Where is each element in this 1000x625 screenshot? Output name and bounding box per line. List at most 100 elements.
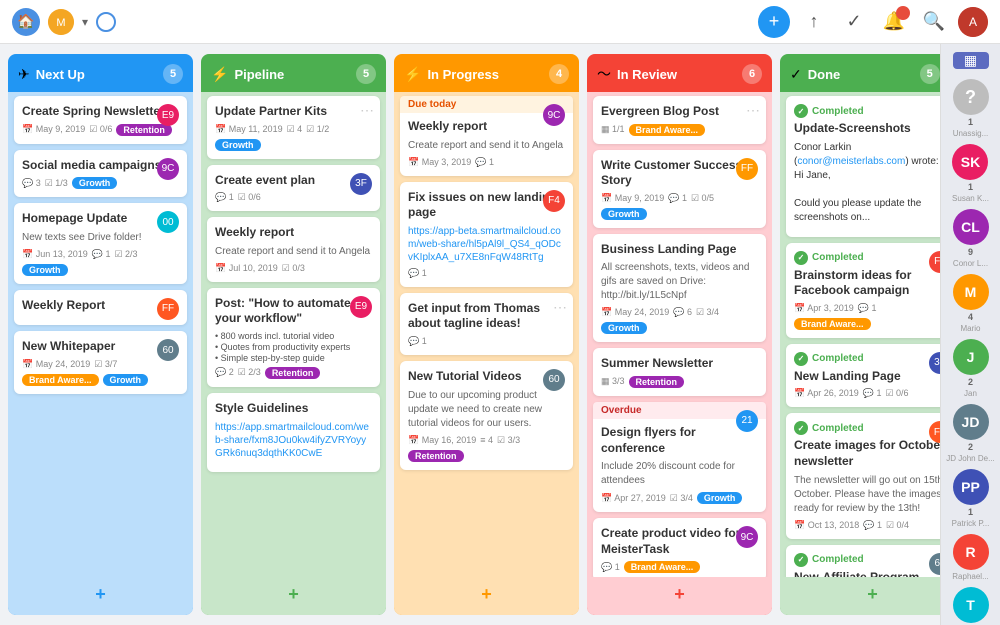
card-tag: Brand Aware... xyxy=(624,561,701,573)
user-filter-Raphael...[interactable]: R Raphael... xyxy=(952,534,988,581)
add-button[interactable]: + xyxy=(758,6,790,38)
card[interactable]: Summer Newsletter▦ 3/3Retention xyxy=(593,348,766,396)
column-icon: ⚡ xyxy=(404,66,421,83)
card-tag: Growth xyxy=(72,177,118,189)
card-ratio: ▦ 1/1 xyxy=(601,124,625,135)
add-card-button[interactable]: + xyxy=(88,581,114,607)
card[interactable]: 60 New Tutorial VideosDue to our upcomin… xyxy=(400,361,573,470)
column-in-review: 〜 In Review 6 ⋯Evergreen Blog Post▦ 1/1B… xyxy=(587,54,772,615)
completed-label: Completed xyxy=(812,106,864,117)
card-subtitle: Create report and send it to Angela xyxy=(215,245,372,259)
card[interactable]: Style Guidelineshttps://app.smartmailclo… xyxy=(207,393,380,472)
card[interactable]: E9 Create Spring Newsletter📅 May 9, 2019… xyxy=(14,96,187,144)
user-avatar-rp: M xyxy=(953,274,989,310)
card-tag: Retention xyxy=(265,367,321,379)
card-avatar: 60 xyxy=(543,369,565,391)
column-body-in-review: ⋯Evergreen Blog Post▦ 1/1Brand Aware... … xyxy=(587,92,772,577)
user-avatar[interactable]: A xyxy=(958,7,988,37)
card-comments: 💬 1 xyxy=(858,303,877,314)
user-label: Conor L... xyxy=(953,259,988,268)
card[interactable]: Due today 9C Weekly reportCreate report … xyxy=(400,96,573,176)
card-bullet: • Quotes from productivity experts xyxy=(215,342,372,352)
card-tasks: ☑ 3/7 xyxy=(94,359,117,370)
add-card-button[interactable]: + xyxy=(474,581,500,607)
card-tasks: ☑ 3/4 xyxy=(696,307,719,318)
card-meta: 📅 May 16, 2019≡ 4☑ 3/3Retention xyxy=(408,435,565,462)
completed-badge: ✓ Completed xyxy=(794,421,940,435)
view-toggle-button[interactable]: ▦ xyxy=(953,52,989,69)
search-icon: 🔍 xyxy=(923,11,945,32)
right-panel: ▦ ? 1 Unassig... SK 1 Susan K... CL 9 Co… xyxy=(940,44,1000,625)
card-title: New Tutorial Videos xyxy=(408,369,565,385)
user-filter-Patrick P...[interactable]: PP 1 Patrick P... xyxy=(952,469,990,528)
card[interactable]: 00 Homepage UpdateNew texts see Drive fo… xyxy=(14,203,187,284)
home-button[interactable]: 🏠 xyxy=(12,8,40,36)
user-filter-Timo[interactable]: T Timo xyxy=(953,587,989,625)
card-avatar: F4 xyxy=(543,190,565,212)
card-tasks: ☑ 0/6 xyxy=(238,192,261,203)
card-options-button[interactable]: ⋯ xyxy=(360,102,374,119)
add-card-button[interactable]: + xyxy=(281,581,307,607)
user-filter-Mario[interactable]: M 4 Mario xyxy=(953,274,989,333)
info-icon[interactable] xyxy=(96,12,116,32)
card-options-button[interactable]: ⋯ xyxy=(553,299,567,316)
card[interactable]: ✓ Completed F4 Brainstorm ideas for Face… xyxy=(786,243,940,338)
card-options-button[interactable]: ⋯ xyxy=(746,102,760,119)
project-selector[interactable]: M ▾ xyxy=(48,9,88,35)
card[interactable]: ⋯Evergreen Blog Post▦ 1/1Brand Aware... xyxy=(593,96,766,144)
card[interactable]: 9C Social media campaigns💬 3☑ 1/3Growth xyxy=(14,150,187,198)
unassigned-count: 1 xyxy=(968,117,973,127)
card[interactable]: FF Write Customer Success Story📅 May 9, … xyxy=(593,150,766,228)
completed-badge: ✓ Completed xyxy=(794,352,940,366)
add-card-button[interactable]: + xyxy=(667,581,693,607)
card-meta: 📅 Jun 13, 2019💬 1☑ 2/3Growth xyxy=(22,249,179,276)
card-link[interactable]: https://app-beta.smartmailcloud.com/web-… xyxy=(408,225,565,264)
column-count: 5 xyxy=(356,64,376,84)
user-label: Raphael... xyxy=(952,572,988,581)
card-link[interactable]: https://app.smartmailcloud.com/web-share… xyxy=(215,421,372,460)
search-button[interactable]: 🔍 xyxy=(918,6,950,38)
card[interactable]: ✓ Completed 3F New Landing Page📅 Apr 26,… xyxy=(786,344,940,408)
card-avatar: 9C xyxy=(543,104,565,126)
notifications-button[interactable]: 🔔 xyxy=(878,6,910,38)
card-date: 📅 Oct 13, 2018 xyxy=(794,520,859,531)
unassigned-filter[interactable]: ? 1 Unassig... xyxy=(953,79,989,138)
add-card-button[interactable]: + xyxy=(860,581,886,607)
card[interactable]: 60 New Whitepaper📅 May 24, 2019☑ 3/7Bran… xyxy=(14,331,187,394)
card[interactable]: ✓ Completed ⋯Update-Screenshots Conor La… xyxy=(786,96,940,237)
card[interactable]: ✓ Completed 60 New-Affiliate Program xyxy=(786,545,940,577)
card[interactable]: E9 Post: "How to automate your workflow"… xyxy=(207,288,380,387)
card[interactable]: ✓ Completed FF Create images for October… xyxy=(786,413,940,538)
check-button[interactable]: ✓ xyxy=(838,6,870,38)
unassigned-avatar: ? xyxy=(953,79,989,115)
card[interactable]: 3F Create event plan💬 1☑ 0/6 xyxy=(207,165,380,212)
card[interactable]: 9C Create product video for MeisterTask💬… xyxy=(593,518,766,577)
card[interactable]: Weekly reportCreate report and send it t… xyxy=(207,217,380,282)
user-filter-JD John De...[interactable]: JD 2 JD John De... xyxy=(946,404,994,463)
completed-badge: ✓ Completed xyxy=(794,251,940,265)
user-filter-Susan K...[interactable]: SK 1 Susan K... xyxy=(952,144,989,203)
user-filter-Jan[interactable]: J 2 Jan xyxy=(953,339,989,398)
notification-badge xyxy=(896,6,910,20)
card[interactable]: ⋯Get input from Thomas about tagline ide… xyxy=(400,293,573,355)
column-body-done: ✓ Completed ⋯Update-Screenshots Conor La… xyxy=(780,92,940,577)
card[interactable]: Overdue 21 Design flyers for conferenceI… xyxy=(593,402,766,512)
completed-circle-icon: ✓ xyxy=(794,104,808,118)
check-icon: ✓ xyxy=(846,11,861,32)
card[interactable]: FF Weekly Report xyxy=(14,290,187,326)
upload-button[interactable]: ↑ xyxy=(798,6,830,38)
card[interactable]: Business Landing PageAll screenshots, te… xyxy=(593,234,766,343)
user-filter-Conor L...[interactable]: CL 9 Conor L... xyxy=(953,209,989,268)
completed-circle-icon: ✓ xyxy=(794,251,808,265)
top-nav: 🏠 M ▾ + ↑ ✓ 🔔 🔍 A xyxy=(0,0,1000,44)
user-avatar-rp: PP xyxy=(953,469,989,505)
card-options-button[interactable]: ⋯ xyxy=(939,102,940,119)
completed-label: Completed xyxy=(812,353,864,364)
card[interactable]: ⋯Update Partner Kits📅 May 11, 2019☑ 4☑ 1… xyxy=(207,96,380,159)
card[interactable]: F4 Fix issues on new landing pagehttps:/… xyxy=(400,182,573,287)
card-title: Create event plan xyxy=(215,173,372,189)
card-meta: ▦ 3/3Retention xyxy=(601,376,758,388)
card-meta: 📅 May 3, 2019💬 1 xyxy=(408,157,565,168)
card-date: 📅 Apr 26, 2019 xyxy=(794,388,859,399)
card-date: 📅 Apr 27, 2019 xyxy=(601,493,666,504)
